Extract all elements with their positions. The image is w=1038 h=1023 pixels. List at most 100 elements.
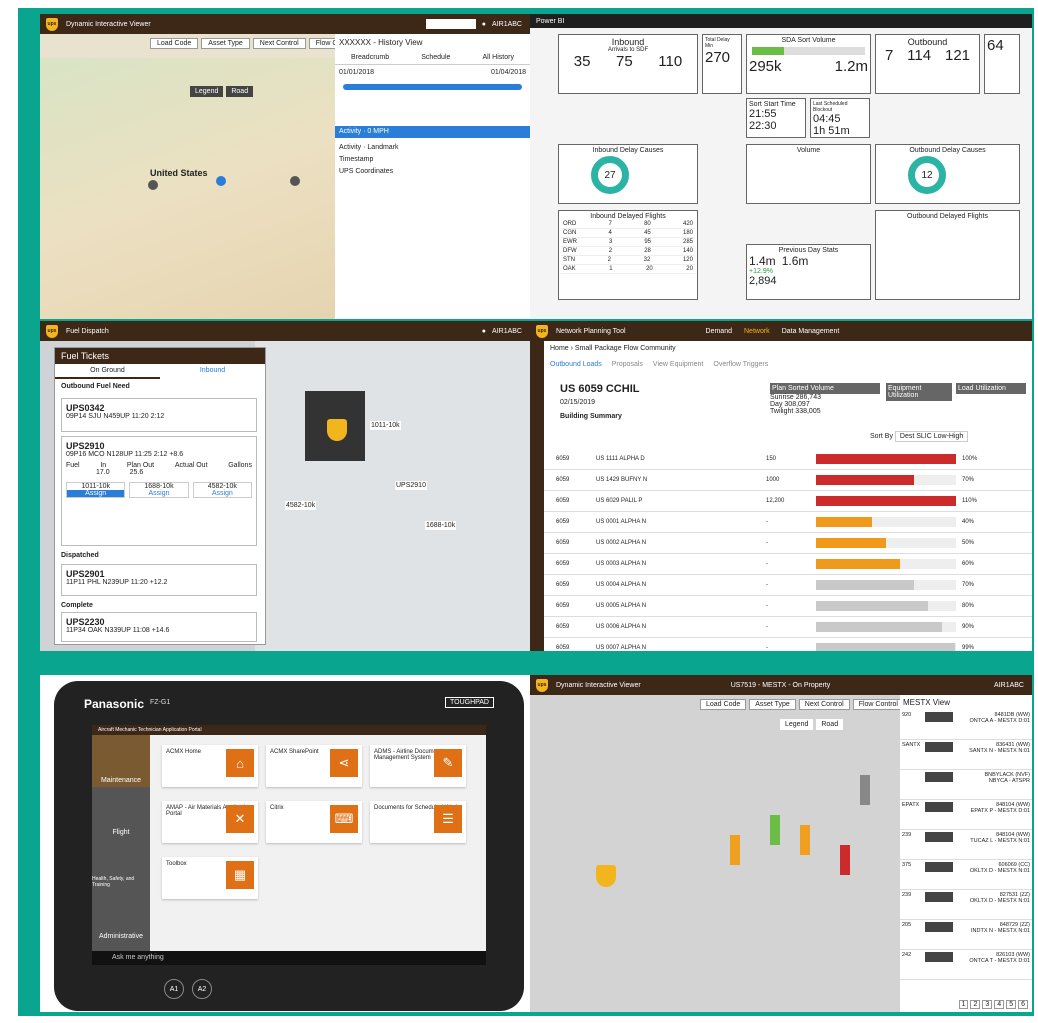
filter-next-control[interactable]: Next Control xyxy=(798,699,850,710)
list-item[interactable]: BNBYLACK (NVF) NBYCA - ATSPR xyxy=(900,770,1032,800)
page-button[interactable]: 3 xyxy=(982,1000,993,1009)
load-row[interactable]: 6059 US 6029 PALIL P 12,200 110% xyxy=(544,491,1032,512)
filter-load-code[interactable]: Load Code xyxy=(150,38,199,49)
a1-button[interactable]: A1 xyxy=(164,979,184,999)
map-marker[interactable]: UPS2910 xyxy=(395,481,427,490)
load-row[interactable]: 6059 US 0003 ALPHA N -60% xyxy=(544,554,1032,575)
nav-demand[interactable]: Demand xyxy=(706,328,732,335)
filter-flow-control[interactable]: Flow Control xyxy=(852,699,904,710)
tile-citrix[interactable]: Citrix ⌨ xyxy=(266,801,362,843)
load-row[interactable]: 6059 US 1111 ALPHA D 150 100% xyxy=(544,449,1032,470)
tile-toolbox[interactable]: Toolbox ▦ xyxy=(162,857,258,899)
tab-breadcrumb[interactable]: Breadcrumb xyxy=(351,54,389,61)
road-button[interactable]: Road xyxy=(226,86,254,97)
date-to[interactable]: 01/04/2018 xyxy=(491,69,526,76)
side-flight[interactable]: Flight xyxy=(92,787,150,839)
tab-on-ground[interactable]: On Ground xyxy=(55,364,160,379)
tile-amap[interactable]: AMAP - Air Materials Application Portal ✕ xyxy=(162,801,258,843)
util-bar-fill xyxy=(816,559,900,569)
tablet-body: Panasonic FZ-G1 TOUGHPAD Aircraft Mechan… xyxy=(54,681,524,1011)
page-button[interactable]: 2 xyxy=(970,1000,981,1009)
ticket-card[interactable]: UPS2230 11P34 OAK N339UP 11:08 +14.6 xyxy=(61,612,257,642)
list-item[interactable]: EPATX 848104 (WW) EPATX P - MESTX D:01 xyxy=(900,800,1032,830)
tab-all-history[interactable]: All History xyxy=(482,54,514,61)
sort-control[interactable]: Sort By Dest SLIC Low-High xyxy=(870,431,969,442)
load-row[interactable]: 6059 US 0004 ALPHA N -70% xyxy=(544,575,1032,596)
ticket-card[interactable]: UPS2901 11P11 PHL N239UP 11:20 +12.2 xyxy=(61,564,257,596)
list-item[interactable]: 239 848104 (WW) TUCAZ L - MESTX N:01 xyxy=(900,830,1032,860)
tab-schedule[interactable]: Schedule xyxy=(421,54,450,61)
ups-logo: ups xyxy=(46,324,58,338)
user-icon[interactable]: ● xyxy=(482,328,486,335)
inbound-total: 110 xyxy=(658,53,683,70)
map-pin-icon[interactable] xyxy=(290,176,300,186)
list-item[interactable]: 920 8481DB (WW) ONTCA A - MESTX D:01 xyxy=(900,710,1032,740)
us-map[interactable]: Legend Road United States xyxy=(40,58,335,319)
map-marker[interactable]: 1688-10k xyxy=(425,521,457,530)
load-row[interactable]: 6059 US 0007 ALPHA N -99% xyxy=(544,638,1032,651)
side-admin[interactable]: Administrative xyxy=(92,891,150,943)
date-from[interactable]: 01/01/2018 xyxy=(339,69,374,76)
tile-acmx-home[interactable]: ACMX Home ⌂ xyxy=(162,745,258,787)
activity-row-selected[interactable]: Activity · 0 MPH xyxy=(335,126,530,138)
legend-button[interactable]: Legend xyxy=(190,86,224,97)
ticket-id: UPS2910 xyxy=(66,441,105,451)
map-marker[interactable]: 4582-10k xyxy=(285,501,317,510)
assign-button[interactable]: Assign xyxy=(194,490,251,497)
filter-asset-type[interactable]: Asset Type xyxy=(201,38,250,49)
filter-next-control[interactable]: Next Control xyxy=(252,38,306,49)
tab-overflow-triggers[interactable]: Overflow Triggers xyxy=(713,361,768,368)
nav-data-management[interactable]: Data Management xyxy=(782,328,840,335)
legend-button[interactable]: Legend xyxy=(780,719,814,730)
trailer[interactable] xyxy=(860,775,870,805)
side-health[interactable]: Health, Safety, and Training xyxy=(92,839,150,891)
ticket-card[interactable]: UPS0342 09P14 SJU N459UP 11:20 2:12 xyxy=(61,398,257,432)
activity-row[interactable]: Activity · Landmark xyxy=(339,144,399,151)
assign-button[interactable]: Assign xyxy=(130,490,187,497)
trailer[interactable] xyxy=(840,845,850,875)
trailer[interactable] xyxy=(730,835,740,865)
road-button[interactable]: Road xyxy=(816,719,844,730)
page-button[interactable]: 1 xyxy=(958,1000,969,1009)
search-input[interactable] xyxy=(425,19,476,29)
assign-button[interactable]: Assign xyxy=(67,490,125,497)
list-item[interactable]: SANTX 836431 (WW) SANTX N - MESTX N:01 xyxy=(900,740,1032,770)
map-marker[interactable]: 1011-10k xyxy=(370,421,401,430)
util-bar-fill xyxy=(816,538,886,548)
filter-load-code[interactable]: Load Code xyxy=(700,699,747,710)
list-item[interactable]: 239 827531 (ZZ) OKLTX D - MESTX N:01 xyxy=(900,890,1032,920)
load-row[interactable]: 6059 US 0005 ALPHA N -80% xyxy=(544,596,1032,617)
load-row[interactable]: 6059 US 1429 BUFNY N 1000 70% xyxy=(544,470,1032,491)
tile-documents[interactable]: Documents for Scheduled Work ☰ xyxy=(370,801,466,843)
tab-proposals[interactable]: Proposals xyxy=(612,361,643,368)
load-row[interactable]: 6059 US 0006 ALPHA N -90% xyxy=(544,617,1032,638)
tab-view-equipment[interactable]: View Equipment xyxy=(653,361,703,368)
outbound-delayed-table: Outbound Delayed Flights xyxy=(875,210,1020,300)
tab-inbound[interactable]: Inbound xyxy=(160,364,265,379)
filter-asset-type[interactable]: Asset Type xyxy=(749,699,796,710)
a2-button[interactable]: A2 xyxy=(192,979,212,999)
side-maintenance[interactable]: Maintenance xyxy=(92,735,150,787)
ticket-card-expanded[interactable]: UPS2910 09P16 MCO N128UP 11:25 2:12 +8.6… xyxy=(61,436,257,546)
list-item[interactable]: 205 848729 (ZZ) INDTX N - MESTX N:01 xyxy=(900,920,1032,950)
tile-acmx-sharepoint[interactable]: ACMX SharePoint ⋖ xyxy=(266,745,362,787)
page-button[interactable]: 4 xyxy=(994,1000,1005,1009)
taskbar-search[interactable]: Ask me anything xyxy=(92,951,486,965)
trailer[interactable] xyxy=(770,815,780,845)
list-item[interactable]: 242 826103 (WW) ONTCA T - MESTX D:01 xyxy=(900,950,1032,980)
page-button[interactable]: 6 xyxy=(1018,1000,1028,1009)
airport-map[interactable]: 1011-10k UPS2910 1688-10k 4582-10k xyxy=(255,341,530,651)
load-row[interactable]: 6059 US 0002 ALPHA N -50% xyxy=(544,533,1032,554)
map-pin-icon[interactable] xyxy=(148,180,158,190)
date-slider[interactable] xyxy=(343,84,522,90)
list-item[interactable]: 375 606069 (CC) OKLTX D - MESTX N:01 xyxy=(900,860,1032,890)
tile-adms[interactable]: ADMS - Airline Document Management Syste… xyxy=(370,745,466,787)
map-pin-icon[interactable] xyxy=(216,176,226,186)
trailer[interactable] xyxy=(800,825,810,855)
nav-network[interactable]: Network xyxy=(744,328,770,335)
user-icon[interactable]: ● xyxy=(482,21,486,28)
map-label: United States xyxy=(150,168,208,178)
tab-outbound-loads[interactable]: Outbound Loads xyxy=(550,361,602,368)
page-button[interactable]: 5 xyxy=(1006,1000,1017,1009)
load-row[interactable]: 6059 US 0001 ALPHA N -40% xyxy=(544,512,1032,533)
